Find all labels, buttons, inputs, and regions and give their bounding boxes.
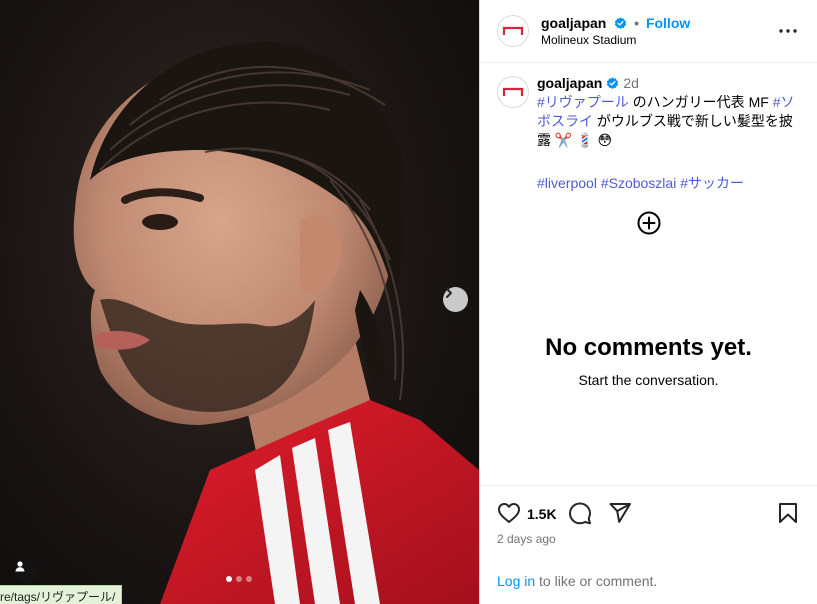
avatar[interactable] (497, 15, 529, 47)
verified-icon (615, 17, 627, 29)
hashtag-link[interactable]: #リヴァプール (537, 94, 629, 110)
share-icon[interactable] (608, 501, 632, 525)
post-photo[interactable]: re/tags/リヴァプール/ (0, 0, 479, 604)
browser-status-url: re/tags/リヴァプール/ (0, 585, 123, 604)
header-username-line: goaljapan • Follow (541, 15, 690, 31)
caption-section: goaljapan 2d #リヴァプール のハンガリー代表 MF #ソボスライ … (480, 64, 817, 485)
caption-time[interactable]: 2d (623, 75, 639, 91)
hashtag-link[interactable]: #liverpool (537, 175, 597, 191)
goal-logo-icon (502, 87, 524, 96)
caption-text-part: のハンガリー代表 MF (628, 94, 773, 110)
hashtag-link[interactable]: #サッカー (680, 175, 744, 191)
hashtag-link[interactable]: #Szoboszlai (601, 175, 677, 191)
separator-dot: • (634, 15, 640, 31)
avatar[interactable] (497, 76, 529, 108)
carousel-dot (236, 576, 242, 582)
location-link[interactable]: Molineux Stadium (541, 33, 636, 47)
login-suffix: to like or comment. (535, 573, 658, 589)
chevron-right-icon (446, 288, 452, 298)
login-link[interactable]: Log in (497, 573, 535, 589)
goal-logo-icon (502, 26, 524, 35)
carousel-next-button[interactable] (443, 287, 468, 312)
carousel-dot-active (226, 576, 232, 582)
player-portrait-image (73, 41, 479, 604)
follow-button[interactable]: Follow (646, 15, 690, 31)
comment-icon[interactable] (568, 501, 592, 525)
post-header: goaljapan • Follow Molineux Stadium (480, 0, 817, 63)
caption-username[interactable]: goaljapan (537, 75, 602, 91)
no-comments-subtitle: Start the conversation. (578, 372, 719, 388)
post-timestamp[interactable]: 2 days ago (497, 532, 556, 546)
post-side-panel: goaljapan • Follow Molineux Stadium goal… (479, 0, 817, 604)
like-count[interactable]: 1.5K (527, 506, 557, 522)
tagged-users-button[interactable] (14, 560, 38, 584)
heart-icon[interactable] (497, 501, 521, 525)
username-link[interactable]: goaljapan (541, 15, 606, 31)
carousel-dot (246, 576, 252, 582)
user-tag-icon (15, 561, 25, 572)
login-prompt: Log in to like or comment. (497, 573, 657, 589)
verified-icon (607, 77, 619, 89)
plus-circle-icon[interactable] (637, 211, 661, 235)
caption-hashtags: #liverpool #Szoboszlai #サッカー (537, 174, 805, 193)
caption-text: goaljapan 2d #リヴァプール のハンガリー代表 MF #ソボスライ … (537, 74, 805, 193)
bookmark-icon[interactable] (776, 501, 800, 525)
carousel-dots (226, 576, 252, 582)
more-icon[interactable] (776, 22, 800, 40)
no-comments-title: No comments yet. (545, 334, 752, 361)
post-actions: 1.5K 2 days ago Log in to like or commen… (480, 485, 817, 604)
